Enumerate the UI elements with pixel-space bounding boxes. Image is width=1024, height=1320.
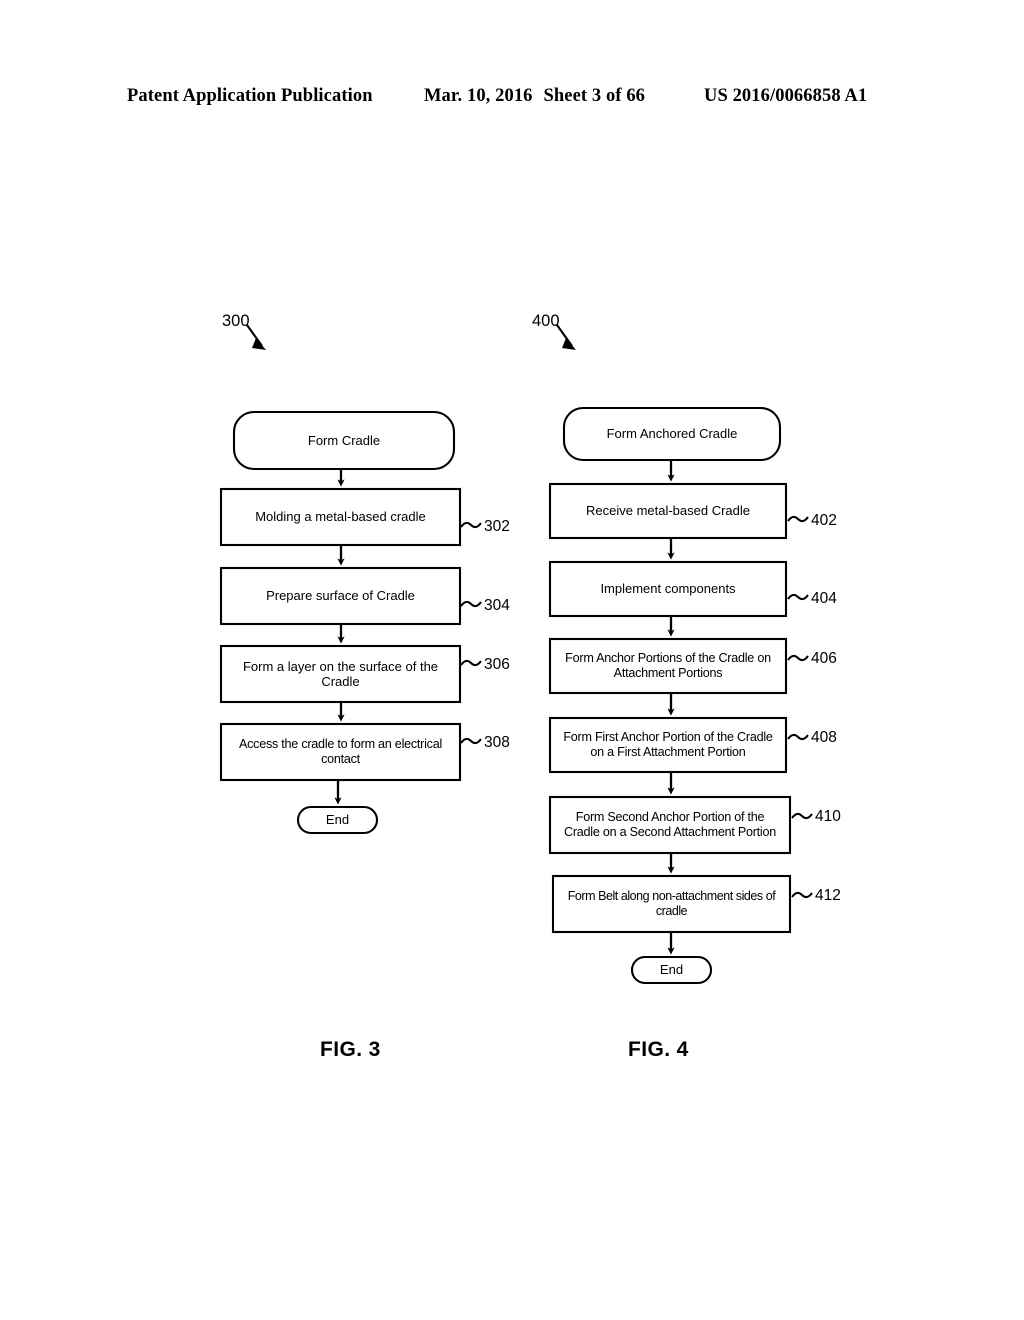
fig3-leader-304	[460, 600, 482, 608]
fig3-node-302[interactable]	[219, 487, 462, 547]
fig4-flow-label: 400	[532, 312, 560, 330]
fig3-leader-308	[460, 737, 482, 745]
fig4-ref-404: 404	[811, 590, 837, 607]
fig4-ref-410: 410	[815, 808, 841, 825]
fig3-ref-308: 308	[484, 734, 510, 751]
fig3-leader-302	[460, 521, 482, 529]
fig3-ref-306: 306	[484, 656, 510, 673]
fig3-node-304[interactable]	[219, 566, 462, 626]
figure-area: 300 Form Cradle Molding a metal-based cr…	[0, 0, 1024, 1320]
fig3-leader-306	[460, 659, 482, 667]
fig4-caption: FIG. 4	[628, 1038, 689, 1061]
fig4-node-404[interactable]	[548, 560, 788, 618]
fig4-ref-406: 406	[811, 650, 837, 667]
fig4-ref-412: 412	[815, 887, 841, 904]
fig4-leader-404	[787, 593, 809, 601]
fig4-leader-410	[791, 812, 813, 820]
fig4-node-406[interactable]	[548, 637, 788, 695]
fig4-node-408[interactable]	[548, 716, 788, 774]
fig4-node-402[interactable]	[548, 482, 788, 540]
fig4-leader-412	[791, 891, 813, 899]
fig4-leader-406	[787, 654, 809, 662]
fig4-node-412[interactable]	[551, 874, 792, 934]
fig3-group	[219, 324, 482, 835]
fig3-node-start[interactable]	[232, 410, 456, 471]
fig4-ref-402: 402	[811, 512, 837, 529]
fig4-flow-pointer-head	[562, 338, 576, 350]
fig3-ref-304: 304	[484, 597, 510, 614]
fig4-leader-402	[787, 515, 809, 523]
fig3-ref-302: 302	[484, 518, 510, 535]
fig3-node-308[interactable]	[219, 722, 462, 782]
fig4-node-end[interactable]	[630, 955, 713, 985]
flowchart-drawing	[219, 324, 813, 985]
fig4-ref-408: 408	[811, 729, 837, 746]
fig3-flow-pointer-head	[252, 338, 266, 350]
fig3-flow-label: 300	[222, 312, 250, 330]
fig4-node-start[interactable]	[562, 406, 782, 462]
fig4-node-410[interactable]	[548, 795, 792, 855]
fig4-group	[548, 324, 813, 985]
fig3-node-306[interactable]	[219, 644, 462, 704]
fig4-leader-408	[787, 733, 809, 741]
fig3-caption: FIG. 3	[320, 1038, 381, 1061]
fig3-node-end[interactable]	[296, 805, 379, 835]
